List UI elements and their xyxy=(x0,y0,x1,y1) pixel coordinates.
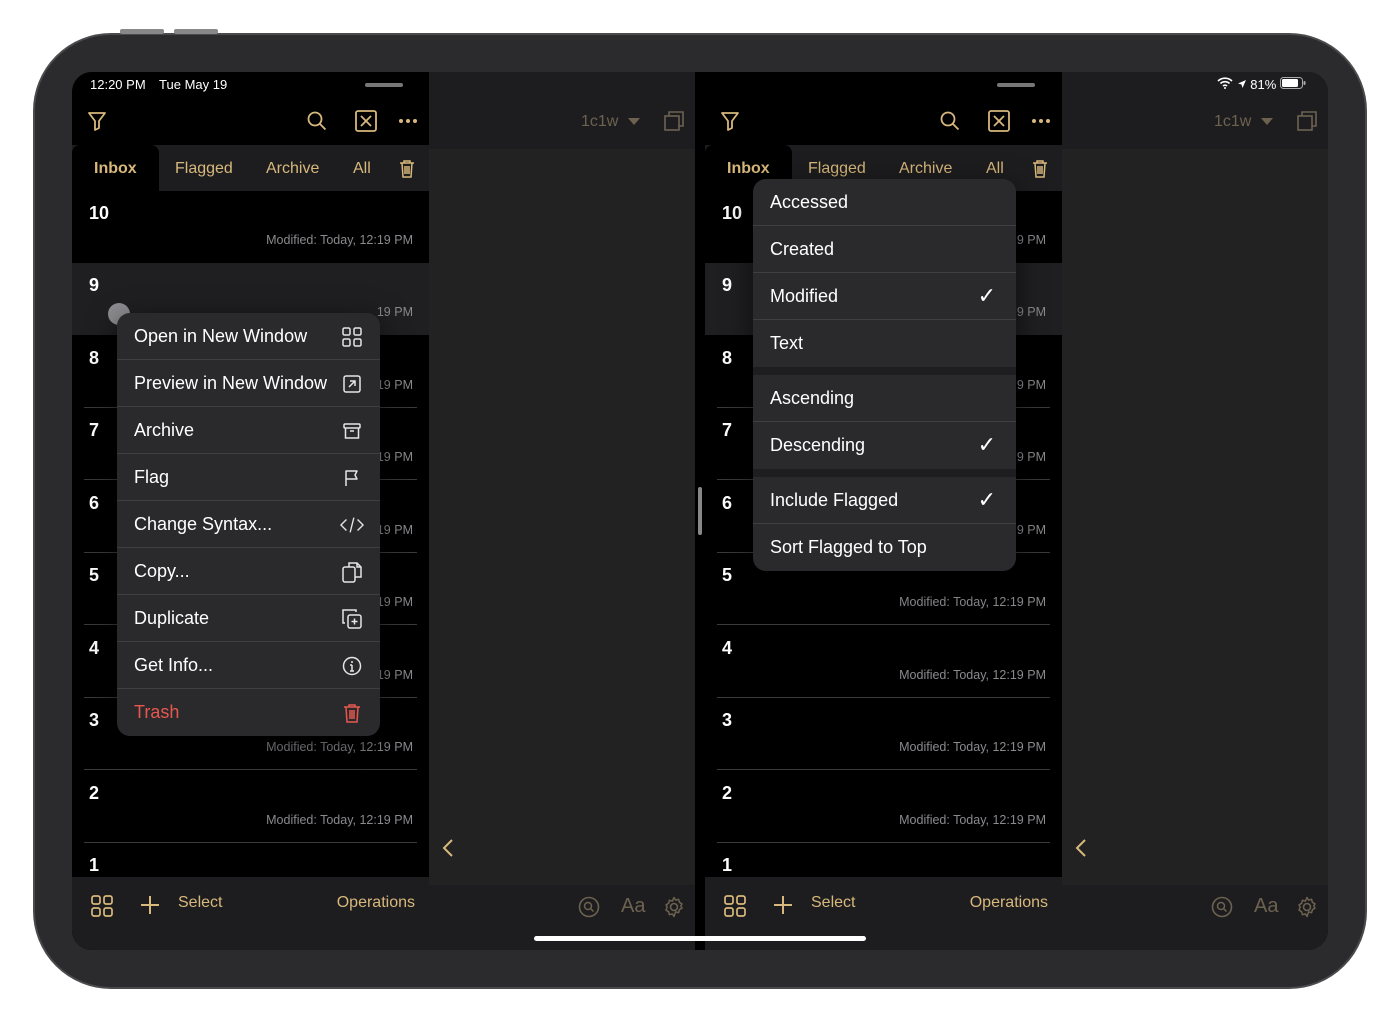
left-preview-pane: 1c1w Aa xyxy=(365,72,695,950)
grid-icon[interactable] xyxy=(723,894,747,918)
search-icon[interactable] xyxy=(306,110,328,132)
right-preview-pane: 81% 1c1w Aa xyxy=(1062,72,1328,950)
archive-box-icon xyxy=(340,419,364,443)
split-resize-handle[interactable] xyxy=(698,487,702,535)
home-indicator[interactable] xyxy=(534,936,866,941)
screen: 12:20 PM Tue May 19 Inbox Flagged Archiv… xyxy=(72,72,1328,950)
note-row[interactable]: 4 Modified: Today, 12:19 PM xyxy=(705,626,1062,698)
back-chevron-icon[interactable] xyxy=(1071,837,1091,859)
font-size-icon[interactable]: Aa xyxy=(621,895,645,918)
sort-accessed[interactable]: Accessed xyxy=(753,179,1016,226)
more-icon[interactable] xyxy=(397,110,419,132)
filter-icon[interactable] xyxy=(86,110,108,132)
flag-icon xyxy=(340,466,364,490)
sort-ascending[interactable]: Ascending xyxy=(753,375,1016,422)
filter-icon[interactable] xyxy=(719,110,741,132)
checkmark-icon: ✓ xyxy=(977,283,996,308)
checkmark-icon: ✓ xyxy=(977,432,996,457)
syntax-selector[interactable]: 1c1w xyxy=(581,113,618,131)
chevron-down-icon[interactable] xyxy=(1261,118,1273,125)
note-row[interactable]: 10 Modified: Today, 12:19 PM xyxy=(72,191,429,263)
trash-icon xyxy=(340,701,364,725)
status-bar: 12:20 PM Tue May 19 xyxy=(90,77,237,92)
syntax-selector[interactable]: 1c1w xyxy=(1214,113,1251,131)
search-icon[interactable] xyxy=(939,110,961,132)
operations-button[interactable]: Operations xyxy=(337,894,415,912)
select-button[interactable]: Select xyxy=(178,894,222,912)
sort-descending[interactable]: Descending ✓ xyxy=(753,422,1016,469)
back-chevron-icon[interactable] xyxy=(438,837,458,859)
sort-created[interactable]: Created xyxy=(753,226,1016,273)
menu-item-duplicate[interactable]: Duplicate xyxy=(117,595,380,642)
copy-docs-icon xyxy=(340,560,364,584)
tab-inbox[interactable]: Inbox xyxy=(72,145,159,191)
note-context-menu: Open in New Window Preview in New Window… xyxy=(117,313,380,736)
sort-flagged-to-top[interactable]: Sort Flagged to Top xyxy=(753,524,1016,571)
plus-icon[interactable] xyxy=(772,894,794,916)
sort-options-menu: Accessed Created Modified ✓ Text Ascendin… xyxy=(753,179,1016,571)
note-row[interactable]: 2 Modified: Today, 12:19 PM xyxy=(705,771,1062,843)
include-flagged[interactable]: Include Flagged ✓ xyxy=(753,477,1016,524)
location-icon xyxy=(1237,77,1251,92)
grid-icon[interactable] xyxy=(90,894,114,918)
menu-item-copy[interactable]: Copy... xyxy=(117,548,380,595)
arrow-out-window-icon xyxy=(340,372,364,396)
note-row[interactable]: 2 Modified: Today, 12:19 PM xyxy=(72,771,429,843)
trash-tab-icon[interactable] xyxy=(397,157,417,179)
menu-item-open-new-window[interactable]: Open in New Window xyxy=(117,313,380,360)
battery-percent: 81% xyxy=(1250,77,1277,92)
find-icon[interactable] xyxy=(577,895,601,919)
code-brackets-icon xyxy=(340,513,364,537)
gear-icon[interactable] xyxy=(1295,895,1319,919)
tab-flagged[interactable]: Flagged xyxy=(175,145,233,191)
duplicate-window-icon[interactable] xyxy=(1296,110,1318,132)
volume-button xyxy=(174,29,218,34)
close-note-icon[interactable] xyxy=(987,109,1011,133)
close-note-icon[interactable] xyxy=(354,109,378,133)
font-size-icon[interactable]: Aa xyxy=(1254,895,1278,918)
left-tab-bar: Inbox Flagged Archive All xyxy=(72,145,429,191)
tab-archive[interactable]: Archive xyxy=(266,145,319,191)
menu-item-archive[interactable]: Archive xyxy=(117,407,380,454)
left-bottom-bar: Select Operations xyxy=(72,877,429,950)
status-icons: 81% xyxy=(1217,77,1306,92)
status-date: Tue May 19 xyxy=(159,77,228,92)
duplicate-plus-icon xyxy=(340,607,364,631)
duplicate-window-icon[interactable] xyxy=(663,110,685,132)
sort-modified[interactable]: Modified ✓ xyxy=(753,273,1016,320)
wifi-icon xyxy=(1217,77,1237,92)
gear-icon[interactable] xyxy=(662,895,686,919)
menu-item-trash[interactable]: Trash xyxy=(117,689,380,736)
trash-tab-icon[interactable] xyxy=(1030,157,1050,179)
select-button[interactable]: Select xyxy=(811,894,855,912)
info-circle-icon xyxy=(340,654,364,678)
status-time: 12:20 PM xyxy=(90,77,146,92)
plus-icon[interactable] xyxy=(139,894,161,916)
grid-window-icon xyxy=(340,325,364,349)
volume-button xyxy=(120,29,164,34)
menu-item-get-info[interactable]: Get Info... xyxy=(117,642,380,689)
tab-all[interactable]: All xyxy=(353,145,371,191)
menu-item-preview-new-window[interactable]: Preview in New Window xyxy=(117,360,380,407)
note-row[interactable]: 3 Modified: Today, 12:19 PM xyxy=(705,698,1062,770)
operations-button[interactable]: Operations xyxy=(970,894,1048,912)
menu-item-change-syntax[interactable]: Change Syntax... xyxy=(117,501,380,548)
checkmark-icon: ✓ xyxy=(977,487,996,512)
sort-text[interactable]: Text xyxy=(753,320,1016,367)
find-icon[interactable] xyxy=(1210,895,1234,919)
battery-icon xyxy=(1279,77,1306,92)
chevron-down-icon[interactable] xyxy=(628,118,640,125)
more-icon[interactable] xyxy=(1030,110,1052,132)
menu-item-flag[interactable]: Flag xyxy=(117,454,380,501)
